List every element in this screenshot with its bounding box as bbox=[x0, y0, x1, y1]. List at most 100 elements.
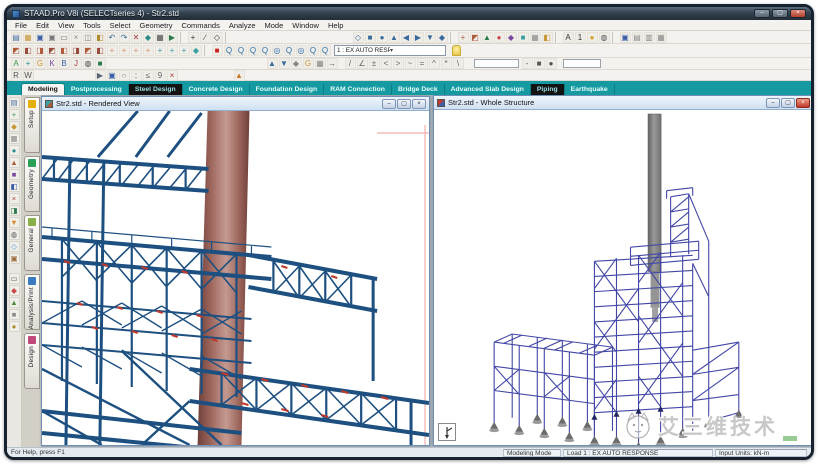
material-tool-icon[interactable]: ◍ bbox=[9, 229, 20, 240]
plates-cursor-icon[interactable]: ◆ bbox=[9, 121, 20, 132]
add-plate-icon[interactable]: ◩ bbox=[470, 32, 481, 43]
frame-model-icon[interactable]: ◧ bbox=[23, 45, 34, 56]
support-tool-icon[interactable]: ▲ bbox=[9, 157, 20, 168]
menu-select[interactable]: Select bbox=[106, 21, 135, 30]
light-tool-icon[interactable]: ● bbox=[9, 321, 20, 332]
add-column-tool-icon[interactable]: + bbox=[119, 45, 130, 56]
analysis-icon[interactable]: A bbox=[11, 58, 22, 69]
title-bar[interactable]: STAAD.Pro V8i (SELECTseries 4) - Str2.st… bbox=[7, 7, 811, 20]
layout-1-icon[interactable]: ▤ bbox=[632, 32, 643, 43]
add-solid-tool-icon[interactable]: + bbox=[179, 45, 190, 56]
zoom-all-icon[interactable]: Q bbox=[308, 45, 319, 56]
shade-tool-icon[interactable]: ■ bbox=[9, 309, 20, 320]
grid-frame-icon[interactable]: ◨ bbox=[71, 45, 82, 56]
measure-icon[interactable]: / bbox=[345, 58, 356, 69]
dimension-tool-icon[interactable]: ▣ bbox=[9, 253, 20, 264]
dynamic-zoom-icon[interactable]: ◎ bbox=[296, 45, 307, 56]
menu-window[interactable]: Window bbox=[288, 21, 323, 30]
spec-tool-icon[interactable]: ▼ bbox=[9, 217, 20, 228]
play-icon[interactable]: ▶ bbox=[95, 70, 106, 81]
menu-view[interactable]: View bbox=[54, 21, 78, 30]
page-tab-setup[interactable]: Setup bbox=[24, 97, 40, 153]
greater-filter-icon[interactable]: > bbox=[393, 58, 404, 69]
solid-box-icon[interactable]: ■ bbox=[534, 58, 545, 69]
equal-filter-icon[interactable]: = bbox=[417, 58, 428, 69]
reload-icon[interactable]: R bbox=[11, 70, 22, 81]
add-solid-icon[interactable]: ▲ bbox=[482, 32, 493, 43]
view-front-icon[interactable]: ■ bbox=[365, 32, 376, 43]
post-processing-icon[interactable]: + bbox=[23, 58, 34, 69]
workflow-tab-concrete-design[interactable]: Concrete Design bbox=[183, 84, 250, 95]
geometry-cursor-icon[interactable]: ● bbox=[9, 145, 20, 156]
release-tool-icon[interactable]: × bbox=[9, 193, 20, 204]
menu-edit[interactable]: Edit bbox=[32, 21, 53, 30]
view-iso-icon[interactable]: ▲ bbox=[389, 32, 400, 43]
insert-node-tool-icon[interactable]: + bbox=[131, 45, 142, 56]
load-case-selector[interactable]: 1 : EX AUTO RESPONSE SPE ▾ bbox=[334, 45, 446, 56]
label-beams-icon[interactable]: 1 bbox=[575, 32, 586, 43]
workflow-tab-bridge-deck[interactable]: Bridge Deck bbox=[392, 84, 445, 95]
menu-geometry[interactable]: Geometry bbox=[136, 21, 177, 30]
nodes-cursor-icon[interactable]: ▤ bbox=[9, 97, 20, 108]
beam-cursor-icon[interactable]: ∕ bbox=[200, 32, 211, 43]
plate-model-icon[interactable]: ◧ bbox=[95, 45, 106, 56]
page-tab-analysis-print[interactable]: Analysis/Print bbox=[24, 274, 40, 330]
rotate-left-icon[interactable]: ◀ bbox=[401, 32, 412, 43]
joint-tool-icon[interactable]: J bbox=[71, 58, 82, 69]
menu-analyze[interactable]: Analyze bbox=[225, 21, 260, 30]
toolbar-input[interactable] bbox=[474, 59, 519, 68]
clip-tool-icon[interactable]: ◆ bbox=[9, 285, 20, 296]
isometric-tool-icon[interactable]: ▲ bbox=[9, 297, 20, 308]
load-display-bulb-icon[interactable] bbox=[452, 45, 461, 56]
section-icon[interactable]: ◧ bbox=[542, 32, 553, 43]
workflow-tab-earthquake[interactable]: Earthquake bbox=[565, 84, 615, 95]
direction-icon[interactable]: → bbox=[327, 58, 338, 69]
less-filter-icon[interactable]: < bbox=[381, 58, 392, 69]
zoom-out-icon[interactable]: Q bbox=[236, 45, 247, 56]
refresh-view-icon[interactable]: Q bbox=[320, 45, 331, 56]
ratio-icon[interactable]: : bbox=[131, 70, 142, 81]
whole-structure-title-bar[interactable]: Str2.std - Whole Structure – ▢ × bbox=[434, 96, 811, 110]
add-plate-tool-icon[interactable]: + bbox=[155, 45, 166, 56]
decrease-icon[interactable]: - bbox=[522, 58, 533, 69]
whole-structure-minimize-button[interactable]: – bbox=[766, 98, 780, 108]
view-side-icon[interactable]: ● bbox=[377, 32, 388, 43]
zoom-extents-icon[interactable]: Q bbox=[260, 45, 271, 56]
load-tool-icon[interactable]: ■ bbox=[9, 169, 20, 180]
query-icon[interactable]: ◍ bbox=[599, 32, 610, 43]
workflow-tab-ram-connection[interactable]: RAM Connection bbox=[324, 84, 392, 95]
whole-structure-maximize-button[interactable]: ▢ bbox=[781, 98, 795, 108]
cylinder-model-icon[interactable]: ◩ bbox=[83, 45, 94, 56]
connect-beams-icon[interactable]: + bbox=[143, 45, 154, 56]
beams-cursor-icon[interactable]: + bbox=[9, 109, 20, 120]
redo-icon[interactable]: ↷ bbox=[119, 32, 130, 43]
zoom-previous-icon[interactable]: Q bbox=[284, 45, 295, 56]
close-button[interactable]: × bbox=[790, 9, 806, 18]
zoom-window-icon[interactable]: Q bbox=[248, 45, 259, 56]
geometry-tool-icon[interactable]: G bbox=[35, 58, 46, 69]
materials-icon[interactable]: ■ bbox=[95, 58, 106, 69]
zoom-in-icon[interactable]: Q bbox=[224, 45, 235, 56]
snap-icon[interactable]: ◆ bbox=[143, 32, 154, 43]
stop-icon[interactable]: ■ bbox=[212, 45, 223, 56]
translate-icon[interactable]: ◆ bbox=[506, 32, 517, 43]
add-beam-icon[interactable]: + bbox=[458, 32, 469, 43]
cut-icon[interactable]: × bbox=[71, 32, 82, 43]
mirror-icon[interactable]: ■ bbox=[518, 32, 529, 43]
layout-2-icon[interactable]: ▥ bbox=[644, 32, 655, 43]
peak-icon[interactable]: ^ bbox=[429, 58, 440, 69]
select-parallel-icon[interactable]: ◆ bbox=[291, 58, 302, 69]
toolbar-input[interactable] bbox=[563, 59, 601, 68]
slash-filter-icon[interactable]: \ bbox=[453, 58, 464, 69]
workflow-tab-modeling[interactable]: Modeling bbox=[21, 83, 65, 95]
rendered-view-maximize-button[interactable]: ▢ bbox=[397, 99, 411, 109]
page-tab-geometry[interactable]: Geometry bbox=[24, 156, 40, 212]
print-icon[interactable]: ▭ bbox=[59, 32, 70, 43]
menu-file[interactable]: File bbox=[11, 21, 31, 30]
move-down-icon[interactable]: ▼ bbox=[279, 58, 290, 69]
run-analysis-icon[interactable]: ▶ bbox=[167, 32, 178, 43]
workflow-tab-steel-design[interactable]: Steel Design bbox=[129, 84, 183, 95]
paste-icon[interactable]: ◧ bbox=[95, 32, 106, 43]
highlight-icon[interactable]: ● bbox=[587, 32, 598, 43]
property-tool-icon[interactable]: ◧ bbox=[9, 181, 20, 192]
